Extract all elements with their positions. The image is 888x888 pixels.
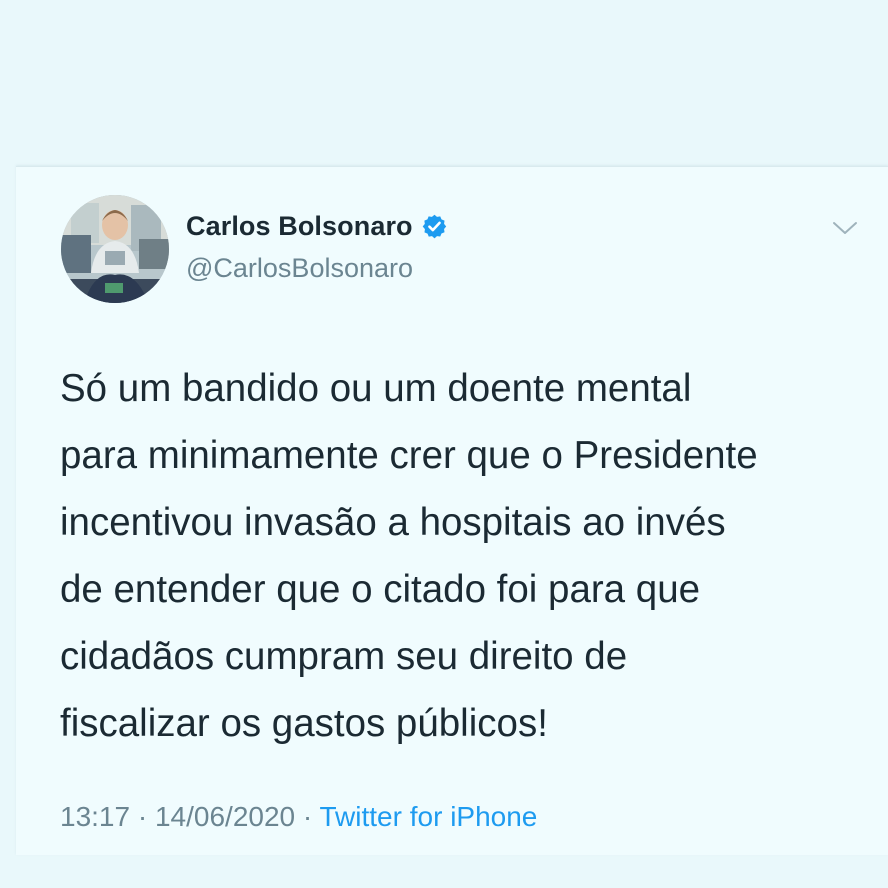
tweet-meta: 13:17 · 14/06/2020 · Twitter for iPhone [60, 801, 537, 833]
tweet-card: Carlos Bolsonaro @CarlosBolsonaro Só um … [16, 166, 888, 855]
tweet-source-link[interactable]: Twitter for iPhone [320, 801, 538, 832]
tweet-text-line: para minimamente crer que o Presidente [60, 434, 758, 477]
chevron-down-icon[interactable] [832, 219, 858, 237]
tweet-time[interactable]: 13:17 [60, 801, 130, 832]
author-handle[interactable]: @CarlosBolsonaro [186, 253, 413, 284]
author-name[interactable]: Carlos Bolsonaro [186, 211, 413, 242]
tweet-text-line: de entender que o citado foi para que [60, 568, 701, 611]
tweet-text-line: cidadãos cumpram seu direito de [60, 635, 628, 678]
meta-separator: · [302, 801, 313, 832]
avatar-photo [61, 195, 169, 303]
meta-separator: · [137, 801, 148, 832]
tweet-text-line: fiscalizar os gastos públicos! [60, 702, 548, 745]
author-row: Carlos Bolsonaro [186, 211, 448, 242]
tweet-date[interactable]: 14/06/2020 [155, 801, 295, 832]
tweet-text: Só um bandido ou um doente mental para m… [60, 355, 880, 757]
tweet-text-line: incentivou invasão a hospitais ao invés [60, 501, 726, 544]
avatar[interactable] [61, 195, 169, 303]
verified-badge-icon [422, 214, 446, 239]
tweet-text-line: Só um bandido ou um doente mental [60, 367, 692, 410]
